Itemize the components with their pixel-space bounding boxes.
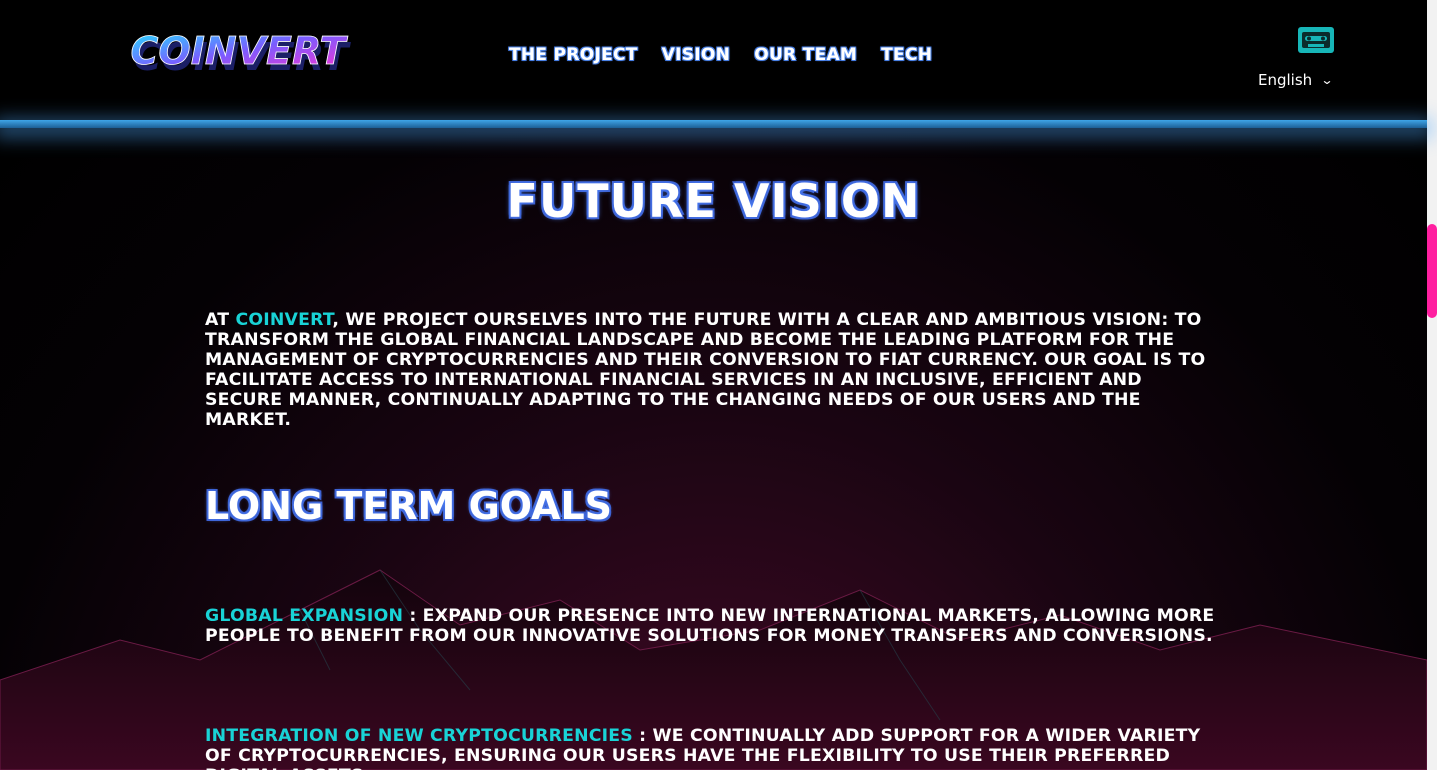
goal-title: GLOBAL EXPANSION xyxy=(205,606,404,626)
goal-item-global-expansion: GLOBAL EXPANSION : EXPAND OUR PRESENCE I… xyxy=(205,606,1225,646)
nav-our-team[interactable]: OUR TEAM xyxy=(754,45,857,65)
coinvert-logo[interactable]: COINVERT COINVERT xyxy=(88,28,388,78)
language-select[interactable]: English ⌄ xyxy=(1258,71,1334,89)
vision-section: FUTURE VISION AT COINVERT, WE PROJECT OU… xyxy=(0,128,1427,770)
scrollbar-thumb[interactable] xyxy=(1427,224,1437,318)
cassette-tape-icon xyxy=(1302,32,1330,48)
main-nav: THE PROJECT VISION OUR TEAM TECH xyxy=(509,45,956,65)
chevron-down-icon: ⌄ xyxy=(1320,73,1334,87)
brand-highlight: COINVERT xyxy=(235,310,333,330)
header-glow-bar xyxy=(0,120,1427,128)
scrollbar-track[interactable] xyxy=(1427,0,1437,770)
goal-title: INTEGRATION OF NEW CRYPTOCURRENCIES xyxy=(205,726,633,746)
language-label: English xyxy=(1258,71,1313,89)
cassette-tape-button[interactable] xyxy=(1298,27,1334,53)
logo-wordmark: COINVERT xyxy=(131,29,349,73)
nav-the-project[interactable]: THE PROJECT xyxy=(509,45,638,65)
site-header: COINVERT COINVERT THE PROJECT VISION OUR… xyxy=(0,0,1427,120)
nav-tech[interactable]: TECH xyxy=(881,45,932,65)
goal-item-new-cryptocurrencies: INTEGRATION OF NEW CRYPTOCURRENCIES : WE… xyxy=(205,726,1225,770)
long-term-goals-heading: LONG TERM GOALS xyxy=(205,484,613,528)
page-title: FUTURE VISION xyxy=(506,174,921,228)
nav-vision[interactable]: VISION xyxy=(662,45,731,65)
intro-paragraph: AT COINVERT, WE PROJECT OURSELVES INTO T… xyxy=(205,310,1206,430)
